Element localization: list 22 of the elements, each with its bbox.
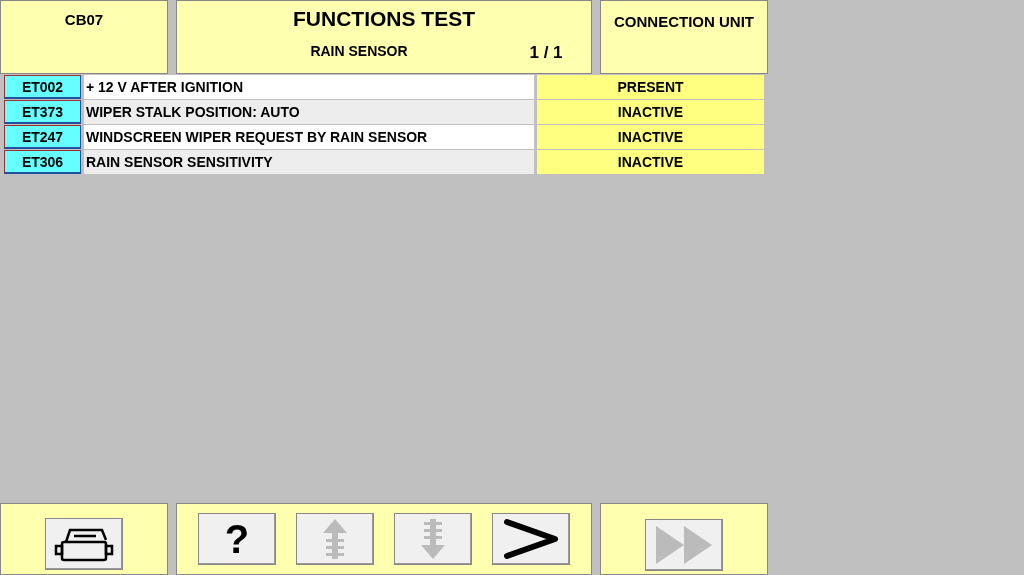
unit-label: CONNECTION UNIT (614, 13, 754, 32)
parameter-code-button[interactable]: ET373 (4, 100, 81, 124)
parameter-code-button[interactable]: ET247 (4, 125, 81, 149)
status-value: PRESENT (537, 75, 764, 99)
parameter-label: WINDSCREEN WIPER REQUEST BY RAIN SENSOR (84, 125, 534, 149)
parameter-label: WIPER STALK POSITION: AUTO (84, 100, 534, 124)
parameter-code-button[interactable]: ET306 (4, 150, 81, 174)
status-value: INACTIVE (537, 100, 764, 124)
status-value: INACTIVE (537, 150, 764, 174)
parameter-code-button[interactable]: ET002 (4, 75, 81, 99)
help-button[interactable]: ? (198, 513, 276, 565)
ecu-code: CB07 (64, 11, 104, 30)
screen-subtitle: RAIN SENSOR (309, 43, 409, 61)
status-value: INACTIVE (537, 125, 764, 149)
page-counter: 1 / 1 (528, 43, 564, 63)
parameter-label: + 12 V AFTER IGNITION (84, 75, 534, 99)
up-arrow-icon (320, 517, 350, 561)
parameter-label: RAIN SENSOR SENSITIVITY (84, 150, 534, 174)
screen-title: FUNCTIONS TEST (293, 7, 475, 31)
next-button[interactable] (492, 513, 570, 565)
print-button[interactable] (45, 518, 123, 570)
down-arrow-icon (418, 517, 448, 561)
